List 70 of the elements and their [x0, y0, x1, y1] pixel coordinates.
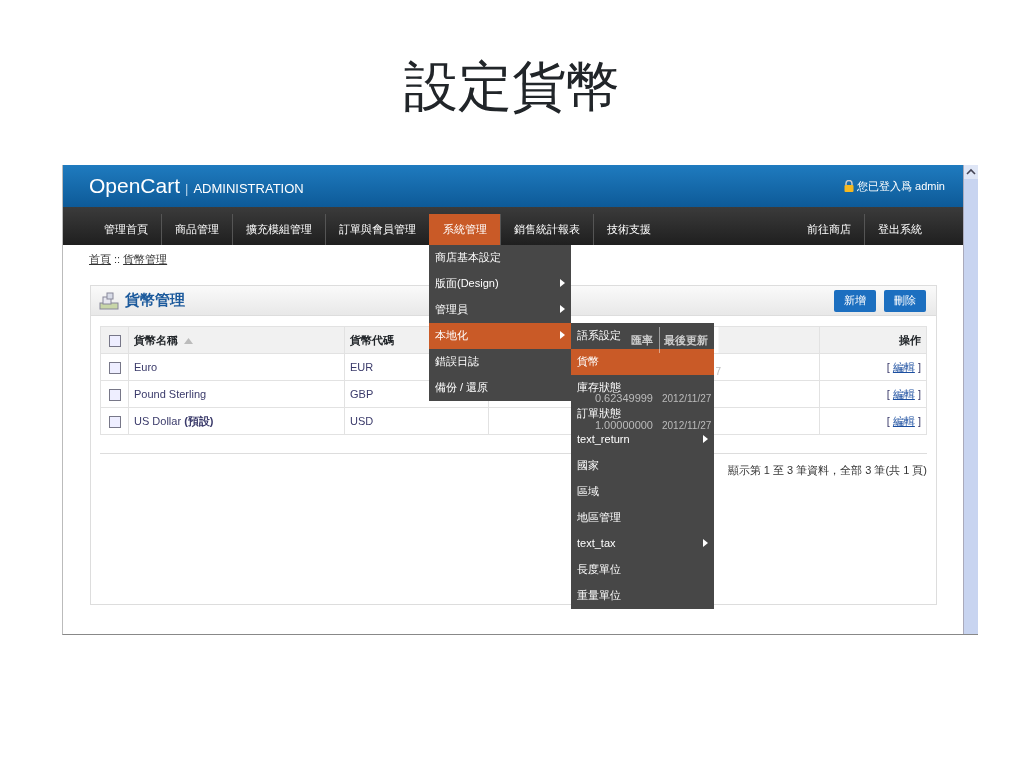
logo: OpenCart — [89, 174, 181, 198]
row-checkbox[interactable] — [108, 388, 121, 401]
panel-title: 貨幣管理 — [125, 290, 185, 311]
nav-link[interactable]: 前往商店 — [794, 214, 864, 245]
column-header[interactable]: 貨幣名稱 — [134, 333, 178, 346]
row-checkbox[interactable] — [108, 415, 121, 428]
menu-item[interactable]: 重量單位 — [571, 583, 627, 602]
delete-button[interactable]: 刪除 — [884, 289, 926, 312]
breadcrumb-link[interactable]: 貨幣管理 — [123, 253, 168, 265]
menu-item[interactable]: 錯誤日誌 — [429, 349, 485, 368]
edit-link[interactable]: 編輯 — [892, 387, 915, 400]
menu-item[interactable]: 庫存狀態 — [571, 375, 627, 394]
menu-item[interactable]: 貨幣 — [571, 349, 714, 375]
table-cell: US Dollar (預設) — [134, 414, 214, 427]
select-all-checkbox[interactable] — [108, 334, 121, 347]
caret-icon — [560, 305, 565, 313]
logo-separator: | — [185, 181, 189, 197]
menu-item[interactable]: 地區管理 — [571, 505, 627, 524]
table-cell: 0.62349999 — [594, 391, 653, 404]
edit-link[interactable]: 編輯 — [892, 414, 915, 427]
menu-item[interactable]: 長度單位 — [571, 557, 627, 576]
stack-icon — [99, 291, 119, 310]
add-button[interactable]: 新增 — [834, 289, 876, 312]
menu-item[interactable]: 區域 — [571, 479, 605, 498]
menu-item[interactable]: 管理員 — [429, 297, 571, 323]
scroll-up-icon[interactable] — [964, 165, 978, 179]
table-cell: 2012/11/27 — [662, 393, 712, 404]
nav-link[interactable]: 登出系統 — [864, 214, 935, 245]
menu-item[interactable]: 商店基本設定 — [429, 245, 507, 264]
menu-item[interactable]: 本地化 — [429, 323, 571, 349]
nav-tab[interactable]: 銷售統計報表 — [500, 214, 593, 245]
menu-item[interactable]: 版面(Design) — [429, 271, 571, 297]
nav-tab[interactable]: 管理首頁 — [91, 214, 161, 245]
menu-item[interactable]: 國家 — [571, 453, 605, 472]
table-cell: 1.00000000 — [594, 418, 653, 431]
edit-link-brackets: [ 編輯 ] — [886, 387, 921, 400]
caret-icon — [560, 279, 565, 287]
nav-tab[interactable]: 技術支援 — [593, 214, 664, 245]
row-checkbox[interactable] — [108, 361, 121, 374]
nav-tab[interactable]: 系統管理 — [429, 214, 500, 245]
menu-item[interactable]: 訂單狀態 — [571, 401, 627, 420]
slide-title: 設定貨幣 — [403, 56, 621, 119]
nav-tab[interactable]: 擴充模組管理 — [232, 214, 325, 245]
caret-icon — [703, 435, 708, 443]
logo-subtitle: ADMINISTRATION — [193, 181, 304, 197]
login-status: 您已登入爲 admin — [856, 178, 945, 194]
table-cell: 2012/11/27 — [662, 420, 712, 431]
nav-tab[interactable]: 商品管理 — [161, 214, 232, 245]
column-header: 匯率 — [631, 333, 653, 346]
column-header: 最後更新 — [664, 333, 708, 346]
menu-item[interactable]: 語系設定 — [571, 323, 627, 342]
table-cell: Euro — [134, 360, 158, 373]
breadcrumb-separator: :: — [114, 253, 121, 265]
table-cell: 7 — [715, 366, 721, 377]
column-header: 操作 — [899, 333, 921, 346]
table-cell: GBP — [350, 387, 374, 400]
table-cell: EUR — [350, 360, 374, 373]
scrollbar[interactable] — [963, 165, 978, 634]
menu-item[interactable]: text_tax — [571, 531, 714, 557]
lock-icon — [843, 180, 854, 192]
menu-item[interactable]: 備份 / 還原 — [429, 375, 495, 394]
edit-link-brackets: [ 編輯 ] — [886, 414, 921, 427]
table-cell: USD — [350, 414, 374, 427]
edit-link-brackets: [ 編輯 ] — [886, 360, 921, 373]
breadcrumb-link[interactable]: 首頁 — [89, 253, 111, 265]
column-header: 貨幣代碼 — [350, 333, 394, 346]
caret-icon — [560, 331, 565, 339]
caret-icon — [703, 539, 708, 547]
table-cell: Pound Sterling — [134, 387, 207, 400]
edit-link[interactable]: 編輯 — [892, 360, 915, 373]
